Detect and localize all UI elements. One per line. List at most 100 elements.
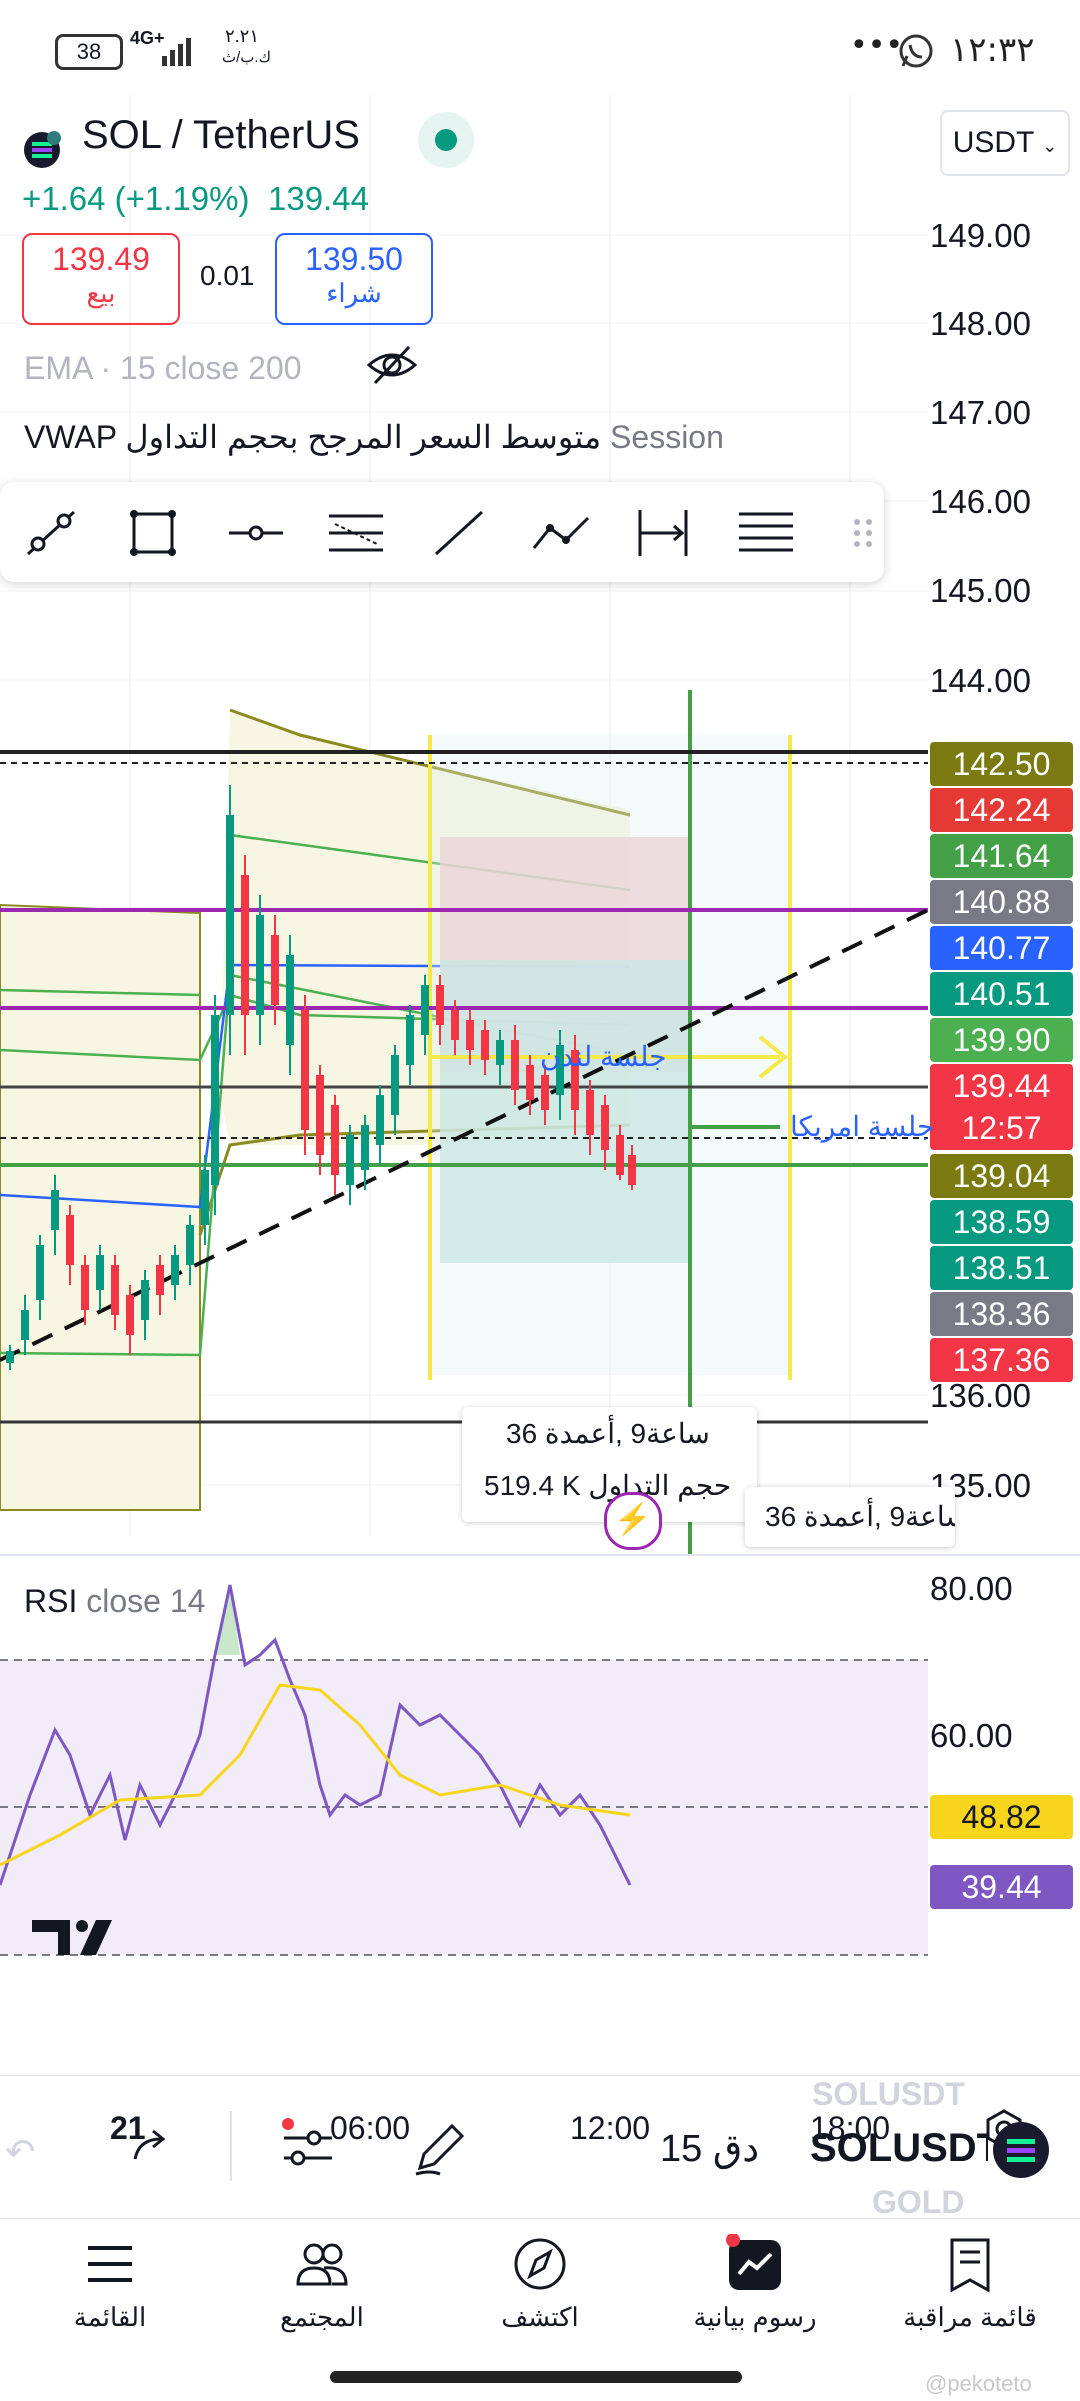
clock: ١٢:٣٢ [950, 30, 1035, 70]
rsi-params: close 14 [86, 1583, 206, 1619]
symbol-title[interactable]: SOL / TetherUS [82, 113, 360, 158]
price-axis-label: 144.00 [930, 662, 1031, 699]
path-tool-icon[interactable] [530, 504, 592, 562]
community-icon [296, 2243, 348, 2286]
chart-icon [726, 2234, 781, 2290]
price-chart-canvas[interactable] [0, 95, 1080, 2055]
last-price: 139.44 [268, 180, 369, 217]
nav-watchlist[interactable]: قائمة مراقبة [870, 2234, 1070, 2333]
chart-controls-bar: ↶ 15 دق SOLUSDT SOLUSDT GOLD [0, 2075, 1080, 2220]
nav-label: القائمة [73, 2302, 147, 2332]
price-tag: 141.64 [930, 834, 1073, 878]
home-indicator[interactable] [330, 2371, 742, 2383]
tooltip-volume: 519.4 K حجم التداول [484, 1470, 732, 1501]
symbol-prev: SOLUSDT [812, 2076, 965, 2112]
ema-legend[interactable]: EMA · 15 close 200 [24, 350, 301, 387]
sell-button[interactable]: 139.49 بيع [22, 233, 180, 325]
nav-charts[interactable]: رسوم بيانية [655, 2234, 855, 2333]
price-tag: 140.51 [930, 972, 1073, 1016]
buy-button[interactable]: 139.50 شراء [275, 233, 433, 325]
price-axis-label: 146.00 [930, 483, 1031, 520]
nav-explore[interactable]: اكتشف [440, 2234, 640, 2333]
watermark: @pekoteto [925, 2371, 1032, 2396]
undo-icon[interactable]: ↶ [5, 2131, 35, 2173]
drag-handle-icon[interactable] [832, 504, 872, 562]
trend-line-tool-icon[interactable] [20, 504, 82, 562]
horizontal-line-tool-icon[interactable] [225, 504, 287, 562]
vwap-suffix: Session [610, 419, 724, 455]
rsi-name: RSI [24, 1583, 78, 1619]
redo-icon[interactable] [125, 2121, 179, 2180]
price-tag: 137.36 [930, 1338, 1073, 1382]
position-tool-icon[interactable] [325, 504, 387, 562]
nav-label: اكتشف [501, 2302, 579, 2332]
price-tag: 138.59 [930, 1200, 1073, 1244]
price-tag: 140.88 [930, 880, 1073, 924]
rsi-axis-label: 60.00 [930, 1717, 1013, 1754]
price-tag: 142.50 [930, 742, 1073, 786]
price-change: +1.64 (+1.19%) [22, 180, 250, 217]
rsi-ma-tag: 48.82 [930, 1795, 1073, 1839]
price-tag: 138.36 [930, 1292, 1073, 1336]
chart-area[interactable]: SOL / TetherUS USDT ⌄ +1.64 (+1.19%) 139… [0, 95, 1080, 2149]
nav-label: قائمة مراقبة [903, 2302, 1037, 2332]
symbol-selector[interactable]: SOLUSDT [810, 2126, 988, 2171]
lightning-icon[interactable]: ⚡ [604, 1492, 662, 1550]
sol-logo-icon [22, 130, 62, 175]
london-session-label[interactable]: جلسة لندن [540, 1040, 667, 1073]
indicators-settings-icon[interactable] [278, 2116, 338, 2181]
ray-tool-icon[interactable] [428, 504, 490, 562]
vwap-text: متوسط السعر المرجح بحجم التداول [125, 419, 602, 455]
signal-icon [160, 32, 200, 73]
rsi-axis-label: 80.00 [930, 1570, 1013, 1607]
interval-selector[interactable]: 15 دق [660, 2126, 759, 2171]
nav-label: رسوم بيانية [693, 2302, 817, 2332]
sol-symbol-icon[interactable] [992, 2121, 1050, 2184]
nav-menu[interactable]: القائمة [10, 2234, 210, 2333]
status-bar: 38 4G+ ٢.٢١ ك.ب/ث ••• ١٢:٣٢ [0, 0, 1080, 95]
symbol-next: GOLD [872, 2184, 965, 2220]
spread: 0.01 [200, 260, 255, 291]
price-axis-label: 149.00 [930, 217, 1031, 254]
nav-label: المجتمع [280, 2302, 364, 2332]
menu-icon [88, 2246, 132, 2282]
drawing-toolbar [0, 482, 884, 582]
price-tag: 139.04 [930, 1154, 1073, 1198]
countdown-tag: 12:57 [930, 1106, 1073, 1150]
rsi-legend[interactable]: RSI close 14 [24, 1583, 205, 1620]
compass-icon [514, 2238, 566, 2290]
buy-price: 139.50 [305, 241, 403, 277]
tooltip-bars: ساعة9 ,أعمدة 36 [506, 1418, 710, 1449]
america-session-label[interactable]: جلسة امريكا [790, 1110, 934, 1143]
price-axis-label: 148.00 [930, 305, 1031, 342]
sell-price: 139.49 [52, 241, 150, 277]
vwap-prefix: VWAP [24, 419, 117, 455]
price-tag: 140.77 [930, 926, 1073, 970]
date-range-tool-icon[interactable] [632, 504, 694, 562]
price-tag: 142.24 [930, 788, 1073, 832]
market-status-icon[interactable] [418, 112, 474, 168]
chevron-down-icon: ⌄ [1042, 136, 1058, 156]
speed-value: ٢.٢١ [225, 26, 260, 46]
buy-label: شراء [326, 278, 382, 308]
price-axis-label: 147.00 [930, 394, 1031, 431]
bottom-navigation: القائمة المجتمع اكتشف رسوم بيانية قائمة … [0, 2218, 1080, 2401]
range-tooltip-secondary: ساعة9 ,أعمدة 36 [745, 1487, 955, 1547]
currency-select[interactable]: USDT ⌄ [940, 110, 1070, 176]
whatsapp-icon [897, 32, 935, 75]
nav-community[interactable]: المجتمع [222, 2234, 422, 2333]
price-axis-label: 145.00 [930, 572, 1031, 609]
price-tag: 139.90 [930, 1018, 1073, 1062]
eye-off-icon[interactable] [365, 343, 419, 392]
pencil-icon[interactable] [410, 2118, 470, 2183]
fib-tool-icon[interactable] [735, 504, 797, 562]
watchlist-icon [950, 2238, 990, 2293]
price-axis-label: 136.00 [930, 1377, 1031, 1414]
rectangle-tool-icon[interactable] [122, 504, 184, 562]
rsi-value-tag: 39.44 [930, 1865, 1073, 1909]
vwap-legend[interactable]: VWAP متوسط السعر المرجح بحجم التداول Ses… [24, 418, 724, 456]
last-price-tag: 139.44 [930, 1064, 1073, 1108]
battery-icon: 38 [55, 34, 123, 70]
divider [230, 2111, 232, 2181]
price-tag: 138.51 [930, 1246, 1073, 1290]
